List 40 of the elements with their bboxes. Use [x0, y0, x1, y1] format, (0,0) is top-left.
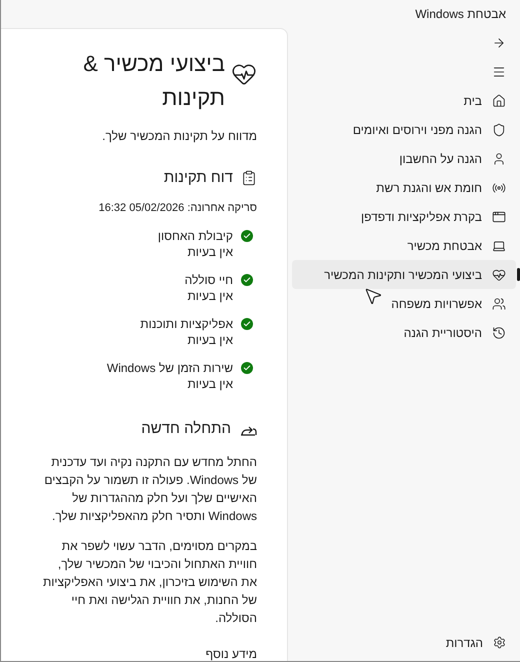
cursor-icon — [363, 286, 383, 306]
health-item-status: אין בעיות — [186, 332, 233, 348]
sidebar-item[interactable]: הגנה על החשבון — [292, 144, 516, 173]
window-title: אבטחת Windows — [415, 6, 506, 23]
clipboard-icon — [241, 170, 257, 186]
history-icon — [492, 326, 506, 340]
health-item-status: אין בעיות — [186, 376, 233, 392]
shield-icon — [492, 122, 506, 136]
home-icon — [492, 94, 506, 108]
sidebar-item[interactable]: בית — [292, 86, 516, 115]
heart-pulse-icon — [492, 268, 506, 282]
health-item-status: אין בעיות — [186, 288, 233, 304]
sidebar-item[interactable]: בקרת אפליקציות ודפדפן — [292, 202, 516, 231]
sidebar-item[interactable]: היסטוריית הגנה — [292, 318, 516, 347]
section-heading: התחלה חדשה — [141, 419, 231, 439]
page-subtitle: מדווח על תקינות המכשיר שלך. — [101, 128, 257, 145]
health-item-name: קיבולת האחסון — [158, 228, 233, 244]
window-icon — [492, 210, 506, 224]
people-icon — [492, 296, 506, 310]
paragraph: החתל מחדש עם התקנה נקיה ועד עדכנית של Windows. פעולה זו תשמור על הקבצים האישיים שלך ועל חלק מההגדרות של Windows ותסיר חלק מהאפליקציות שלך. — [43, 454, 257, 524]
health-item-name: אפליקציות ותוכנות — [140, 316, 233, 332]
health-item-name: שירות הזמן של Windows — [106, 360, 233, 376]
laptop-icon — [492, 238, 506, 252]
page-title: ביצועי מכשיר & תקינות — [82, 50, 225, 112]
antenna-icon — [492, 180, 506, 194]
menu-icon — [492, 64, 506, 78]
settings-icon — [493, 636, 506, 649]
paragraph: במקרים מסוימים, הדבר עשוי לשפר את חוויית האתחול והכיבוי של המכשיר שלך, את השימוש בזיכרון, את ביצועי האפליקציות של החנות, את חוויית הגלישה ואת חיי הסוללה. — [42, 538, 257, 626]
health-item-status: אין בעיות — [186, 244, 233, 260]
sidebar-item[interactable]: חומת אש והגנת רשת — [292, 173, 516, 202]
back-icon — [492, 36, 506, 50]
learn-more-link[interactable]: מידע נוסף — [15, 644, 257, 661]
sidebar-item[interactable]: אבטחת מכשיר — [292, 231, 516, 260]
sidebar-item[interactable]: הגנה מפני וירוסים ואיומים — [292, 115, 516, 144]
health-item-name: חיי סוללה — [184, 272, 233, 288]
settings-item[interactable]: הגדרות — [292, 628, 516, 657]
person-icon — [492, 152, 506, 166]
section-heading: דוח תקינות — [164, 168, 233, 188]
last-scan-text: סריקה אחרונה: 05/02/2026 16:32 — [98, 200, 257, 216]
sidebar-item[interactable]: אפשרויות משפחה — [292, 289, 516, 318]
